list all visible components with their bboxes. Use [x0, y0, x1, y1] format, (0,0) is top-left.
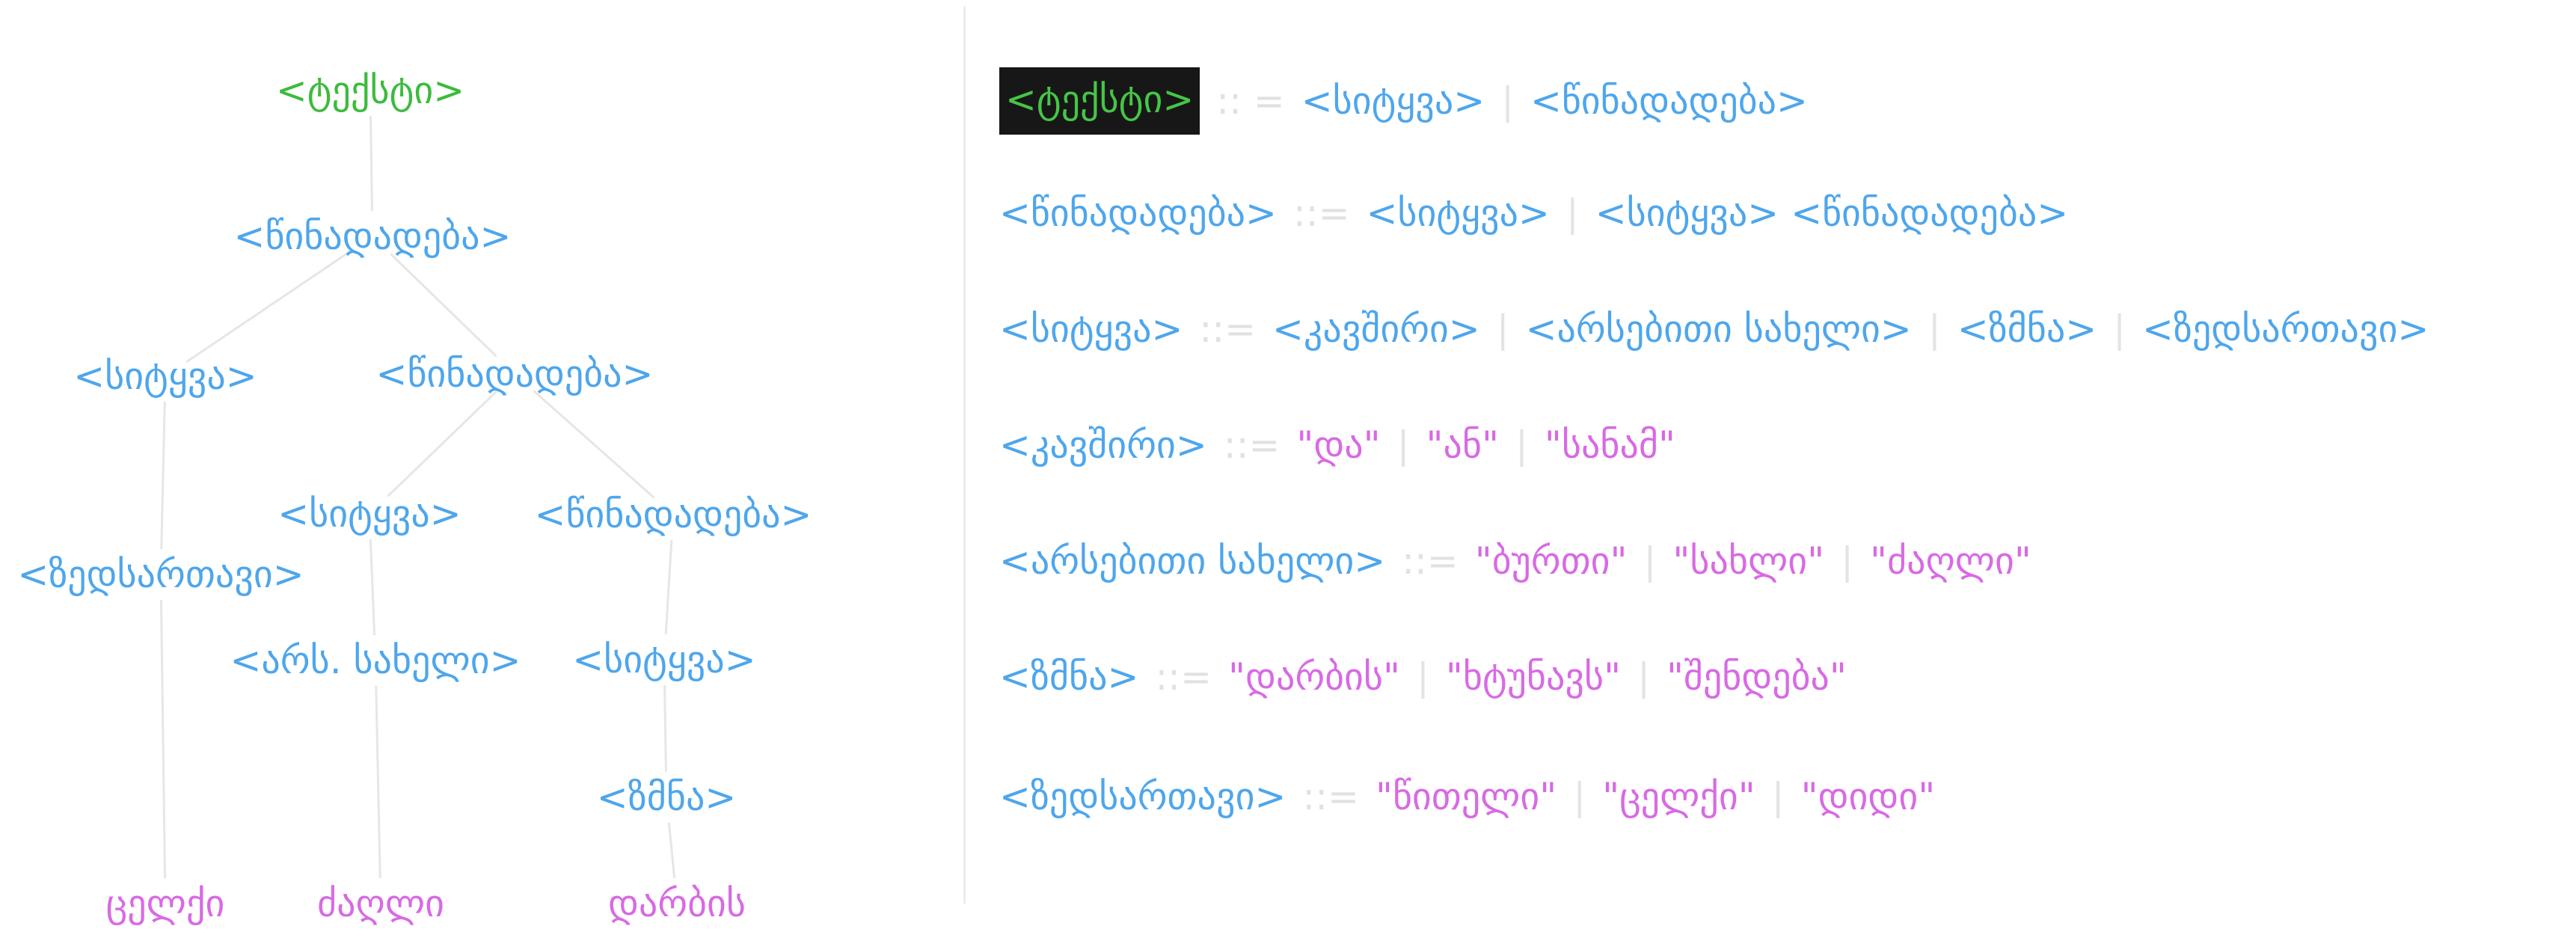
rule-terminal: "ან": [1426, 423, 1500, 467]
tree-edge-s1-s2: [390, 253, 497, 358]
alternative-separator: |: [1515, 423, 1528, 467]
alternative-separator: |: [1565, 191, 1579, 235]
rule-lhs: <ტექსტი>: [999, 67, 1200, 135]
tree-edge-s2-s3: [533, 390, 655, 499]
alternative-separator: |: [1643, 539, 1657, 583]
alternative-separator: |: [1637, 655, 1650, 699]
grammar-rule: <ზმნა>::= "დარბის" | "ხტუნავს" | "შენდება": [999, 643, 1847, 711]
grammar-rule: <არსებითი სახელი>::= "ბურთი" | "სახლი" | "ძაღ…: [999, 527, 2031, 595]
rule-terminal: "და": [1296, 423, 1381, 467]
tree-node-s3: <წინადადება>: [534, 493, 812, 536]
alternative-separator: |: [1496, 307, 1509, 351]
rule-terminal: "ბურთი": [1474, 539, 1628, 583]
rule-terminal: "ძაღლი": [1869, 539, 2031, 583]
rule-nonterminal: <სიტყვა>: [1301, 79, 1485, 123]
bnf-grammar: <ტექსტი>:: = <სიტყვა> | <წინადადება> <წინადა…: [999, 0, 2570, 935]
tree-edge-verb-l3: [667, 822, 676, 879]
tree-node-s1: <წინადადება>: [233, 215, 512, 258]
rule-terminal: "წითელი": [1375, 775, 1557, 818]
tree-edge-s3-w3: [664, 539, 673, 635]
panel-divider: [963, 6, 966, 904]
tree-edge-s2-w2: [387, 390, 497, 497]
tree-edge-root-s1: [369, 115, 373, 212]
tree-node-verb: <ზმნა>: [596, 776, 737, 819]
alternative-separator: |: [1501, 79, 1515, 123]
rule-terminal: "ხტუნავს": [1445, 655, 1622, 699]
rule-operator: ::=: [1292, 191, 1350, 235]
rule-terminal: "დარბის": [1228, 655, 1401, 699]
rule-nonterminal: <ზედსართავი>: [2142, 307, 2429, 351]
rule-terminal: "შენდება": [1666, 655, 1847, 699]
tree-edge-s1-w1: [185, 249, 352, 364]
tree-node-s2: <წინადადება>: [375, 352, 654, 396]
tree-edge-w3-verb: [663, 684, 667, 773]
parse-tree: <ტექსტი> <წინადადება> <სიტყვა> <წინადადება>…: [0, 0, 957, 935]
grammar-rule: <ზედსართავი>::= "წითელი" | "ცელქი" | "დიდი": [999, 763, 1935, 830]
rule-nonterminal: <კავშირი>: [1272, 307, 1480, 351]
alternative-separator: |: [1841, 539, 1853, 583]
rule-lhs: <ზედსართავი>: [999, 775, 1287, 818]
rule-terminal: "სანამ": [1544, 423, 1676, 467]
alternative-separator: |: [2113, 307, 2126, 351]
rule-terminal: "ცელქი": [1602, 775, 1755, 818]
alternative-separator: |: [1928, 307, 1941, 351]
tree-node-l2: ძაღლი: [317, 882, 444, 925]
tree-node-l1: ცელქი: [105, 882, 225, 925]
rule-nonterminal: <სიტყვა>: [1595, 191, 1779, 235]
rule-terminal: "დიდი": [1800, 775, 1936, 818]
alternative-separator: |: [1396, 423, 1410, 467]
tree-node-adj: <ზედსართავი>: [17, 553, 304, 596]
grammar-rule: <კავშირი>::= "და" | "ან" | "სანამ": [999, 411, 1675, 479]
tree-node-w2: <სიტყვა>: [277, 492, 461, 536]
rule-operator: ::=: [1199, 307, 1257, 351]
rule-terminal: "სახლი": [1672, 539, 1825, 583]
rule-nonterminal: <ზმნა>: [1957, 307, 2097, 351]
rule-operator: :: =: [1216, 79, 1285, 123]
rule-lhs: <ზმნა>: [999, 655, 1139, 699]
rule-nonterminal: <წინადადება>: [1530, 79, 1808, 123]
rule-operator: ::=: [1223, 423, 1281, 467]
tree-edge-w1-adj: [160, 401, 166, 550]
tree-node-noun: <არს. სახელი>: [230, 639, 521, 682]
tree-node-root: <ტექსტი>: [275, 69, 465, 112]
parse-tree-edges: [159, 115, 676, 879]
tree-edge-adj-l1: [159, 599, 167, 879]
rule-nonterminal: <წინადადება>: [1791, 191, 2069, 235]
alternative-separator: |: [1417, 655, 1429, 699]
tree-edge-w2-noun: [369, 539, 376, 636]
rule-operator: ::=: [1302, 775, 1359, 818]
tree-node-w3: <სიტყვა>: [572, 638, 756, 681]
rule-operator: ::=: [1402, 539, 1459, 583]
grammar-rule: <სიტყვა>::= <კავშირი> | <არსებითი სახელი> | <…: [999, 295, 2429, 363]
alternative-separator: |: [1771, 775, 1785, 818]
rule-lhs: <კავშირი>: [999, 423, 1207, 467]
rule-operator: ::=: [1155, 655, 1212, 699]
rule-nonterminal: <არსებითი სახელი>: [1525, 307, 1912, 351]
rule-nonterminal: <სიტყვა>: [1366, 191, 1550, 235]
tree-node-w1: <სიტყვა>: [73, 355, 257, 398]
rule-lhs: <სიტყვა>: [999, 307, 1183, 351]
grammar-rule: <ტექსტი>:: = <სიტყვა> | <წინადადება>: [999, 67, 1808, 135]
grammar-rule: <წინადადება>::= <სიტყვა> | <სიტყვა> <წინადად…: [999, 180, 2068, 247]
rule-lhs: <არსებითი სახელი>: [999, 539, 1386, 583]
tree-node-l3: დარბის: [608, 882, 746, 925]
tree-edge-noun-l2: [375, 685, 381, 879]
alternative-separator: |: [1573, 775, 1586, 818]
rule-lhs: <წინადადება>: [999, 191, 1277, 235]
